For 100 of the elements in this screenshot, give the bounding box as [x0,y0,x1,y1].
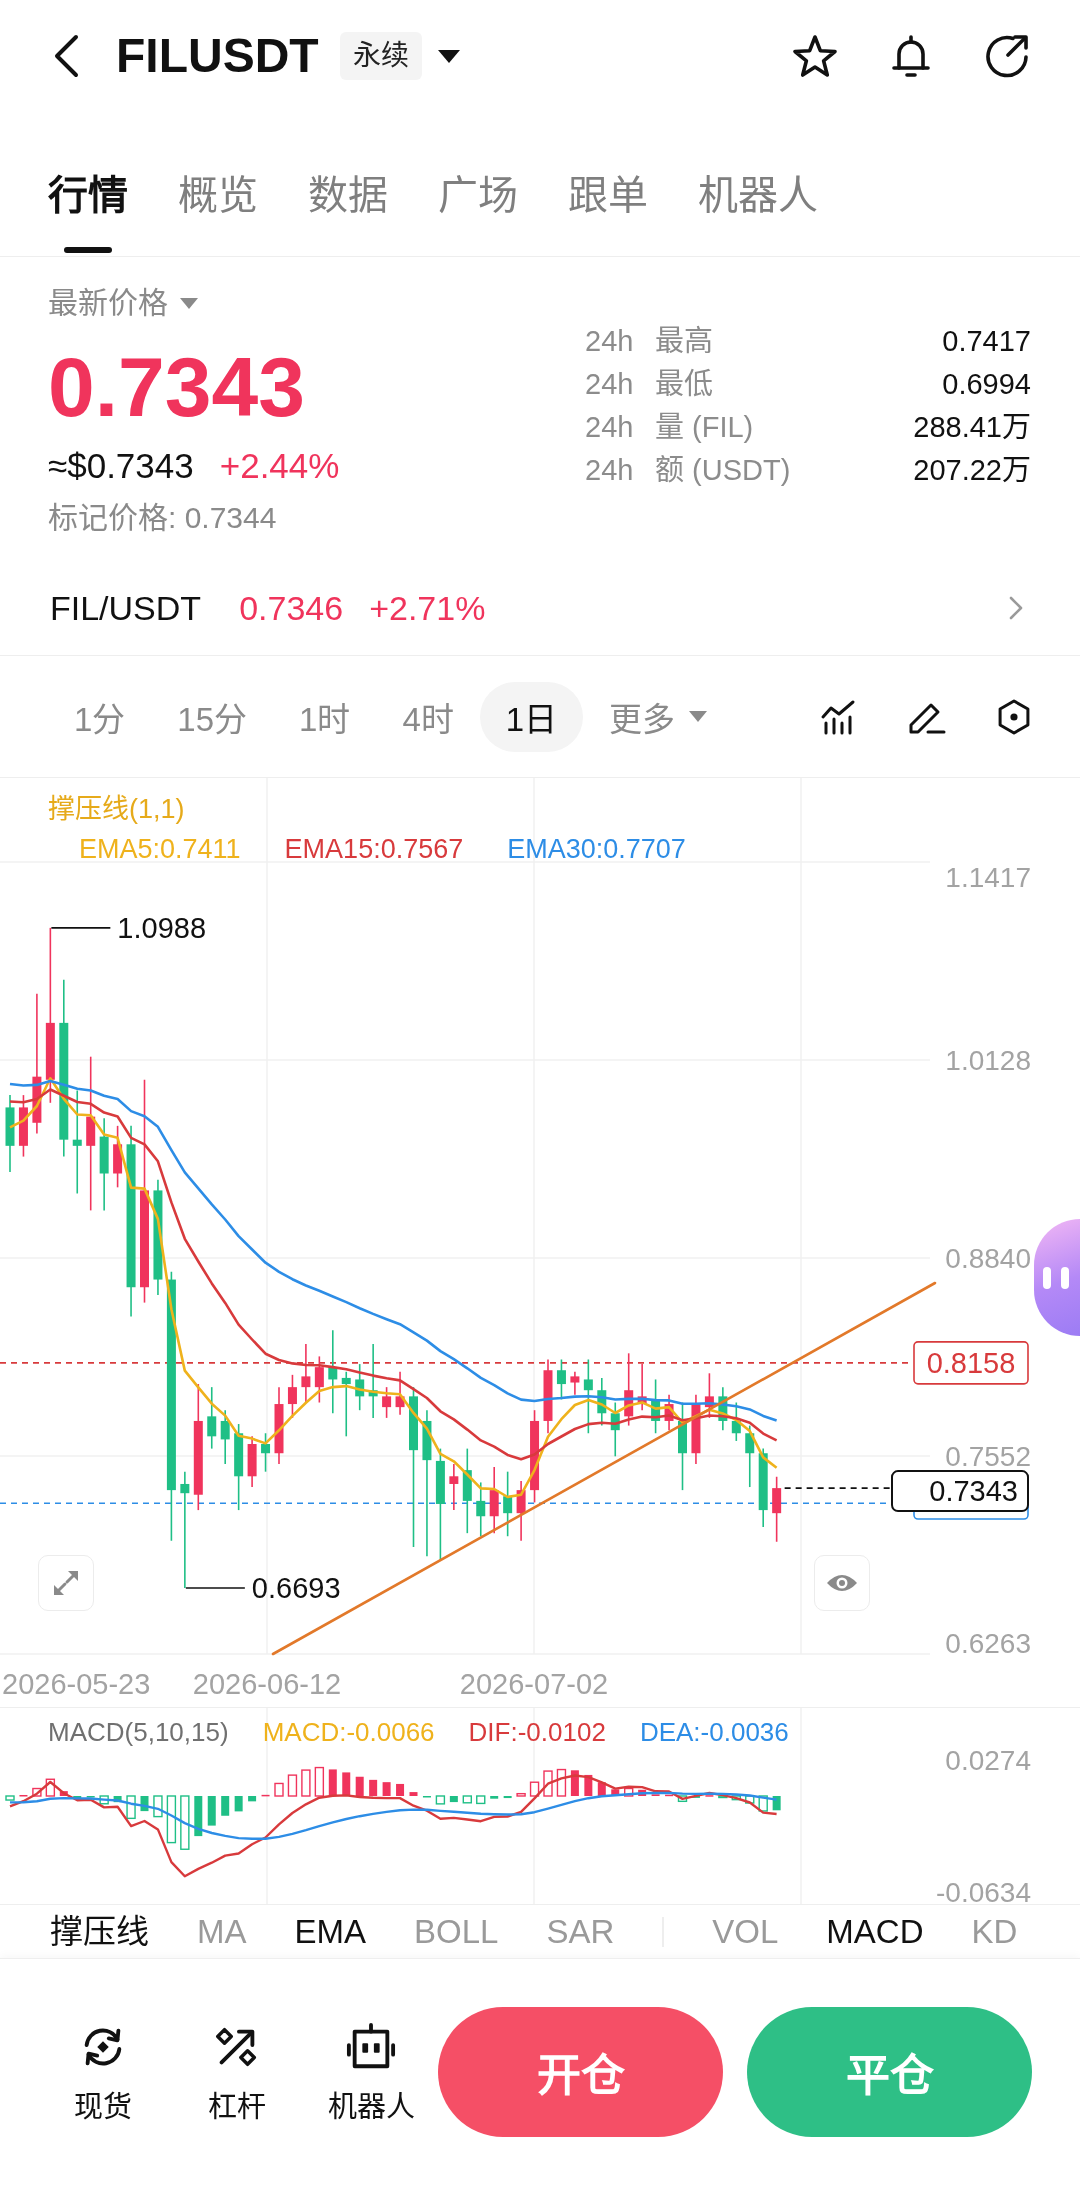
macd-bar [718,1795,728,1799]
macd-axis-label: -0.0634 [936,1876,1031,1904]
tab[interactable]: 行情 [48,167,128,256]
bot-eyes-icon [1043,1266,1069,1289]
candlestick [718,1386,728,1431]
price-axis-label: 0.7552 [945,1440,1031,1472]
interval-tab[interactable]: 1日 [479,681,584,752]
macd-bar [99,1795,109,1805]
legend-label: EMA30:0.7707 [507,833,686,866]
eye-button[interactable] [814,1555,870,1611]
caret-down-icon [180,297,198,309]
low-price-label: 0.6693 [251,1572,341,1605]
macd-title: MACD(5,10,15) [48,1716,229,1749]
macd-bar [476,1795,486,1805]
back-icon[interactable] [52,34,80,78]
chevron-right-icon[interactable] [1009,596,1023,620]
macd-bar [207,1796,216,1826]
nav-item[interactable]: 杠杆 [170,2007,304,2126]
stat-value: 207.22万 [913,453,1031,488]
price-type-dropdown[interactable]: 最新价格 [48,285,198,321]
more-dropdown[interactable]: 更多 [583,681,734,752]
candlestick [489,1466,499,1534]
candlestick [664,1394,674,1431]
nav-item[interactable]: 现货 [36,2007,170,2126]
macd-bar [234,1796,243,1812]
macd-bar [611,1789,620,1796]
macd-bar [435,1795,446,1805]
pair-title: FILUSDT [116,28,319,84]
candlestick [449,1463,459,1511]
star-icon[interactable] [791,32,839,80]
last-price: 0.7343 [48,339,305,435]
macd-bar [221,1796,230,1816]
macd-bar [301,1769,311,1797]
macd-bar [287,1774,298,1797]
candlestick [382,1386,392,1419]
candlestick [772,1475,782,1543]
stat-label: 量 (FIL) [655,410,755,445]
candlestick [341,1370,351,1438]
indicator-tab[interactable]: MA [197,1909,247,1954]
price-axis-label: 0.8840 [945,1242,1031,1274]
candlestick [731,1401,741,1442]
nav-item[interactable]: 机器人 [304,2007,438,2126]
tab[interactable]: 跟单 [568,167,648,256]
candlestick [355,1363,365,1411]
macd-bar [180,1795,190,1850]
macd-bar [369,1779,378,1796]
action-button[interactable]: 开仓 [438,2007,723,2137]
chart-indicator-icon[interactable] [820,698,856,735]
interval-tab[interactable]: 1时 [273,681,377,752]
hexagon-icon[interactable] [996,698,1032,735]
candlestick [314,1355,324,1404]
macd-axis-label: 0.0274 [945,1744,1031,1776]
interval-tab[interactable]: 1分 [48,681,152,752]
indicator-tab[interactable]: 撑压线 [50,1909,149,1954]
stat-label: 最低 [655,367,714,402]
caret-down-icon[interactable] [437,49,460,63]
macd-bar [503,1796,512,1799]
legend-label: EMA15:0.7567 [284,833,464,866]
macd-bar [516,1792,526,1797]
macd-bar [731,1795,741,1801]
tab[interactable]: 概览 [178,167,258,256]
indicator-tab[interactable]: VOL [712,1909,779,1954]
candlestick [691,1394,701,1465]
price-axis-label: 1.0128 [945,1044,1031,1076]
spot-pair-name: FIL/USDT [50,588,202,628]
price-axis-label: 1.1417 [945,861,1031,893]
interval-tab[interactable]: 4时 [376,681,480,752]
price-change: +2.44% [219,445,340,487]
legend-label: EMA5:0.7411 [79,833,241,866]
candlestick [516,1480,526,1542]
tab[interactable]: 机器人 [698,167,818,256]
macd-bar [745,1795,755,1804]
interval-tab[interactable]: 15分 [151,681,274,752]
action-button[interactable]: 平仓 [747,2007,1032,2137]
candlestick [597,1377,607,1427]
mark-price: 标记价格: 0.7344 [48,500,277,536]
macd-bar [490,1796,499,1799]
indicator-tab[interactable]: BOLL [414,1909,499,1954]
stat-value: 0.7417 [942,324,1031,359]
share-icon[interactable] [983,32,1031,80]
legend-label: DIF:-0.0102 [468,1716,606,1749]
tab[interactable]: 广场 [438,167,518,256]
indicator-tab[interactable]: MACD [826,1909,924,1954]
indicator-tab[interactable]: SAR [546,1909,615,1954]
candlestick [476,1481,486,1538]
expand-button[interactable] [38,1555,94,1611]
leader-line [50,927,112,929]
stat-period: 24h [585,367,635,402]
stat-label: 最高 [655,324,714,359]
tab[interactable]: 数据 [308,167,388,256]
caret-down-icon [689,711,708,722]
resistance-price-tag: 0.8158 [913,1341,1029,1385]
macd-bar [772,1796,781,1811]
indicator-tab[interactable]: KD [971,1909,1018,1954]
macd-bar [153,1795,163,1818]
candlestick [261,1432,271,1473]
macd-bar [314,1766,325,1797]
indicator-tab[interactable]: EMA [294,1909,366,1954]
usd-price: ≈$0.7343 [48,445,194,487]
macd-bar [355,1776,364,1796]
